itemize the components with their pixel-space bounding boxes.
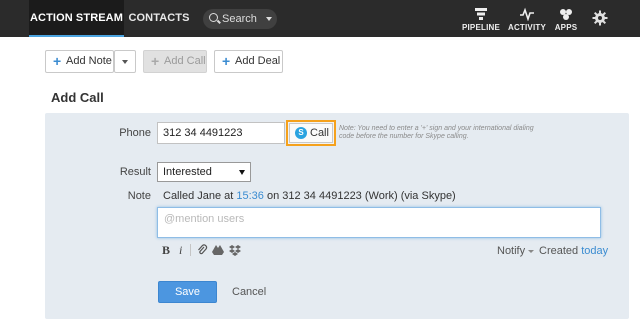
- add-note-button[interactable]: + Add Note: [45, 50, 114, 73]
- chevron-down-icon: [239, 170, 245, 175]
- created-date-link[interactable]: today: [581, 245, 608, 257]
- toolbar-divider: [190, 244, 191, 256]
- plus-icon: +: [222, 53, 231, 69]
- call-button-highlight: S Call: [286, 120, 336, 146]
- add-call-label: Add Call: [164, 55, 206, 67]
- activity-label: ACTIVITY: [507, 23, 547, 32]
- skype-call-button[interactable]: S Call: [289, 123, 333, 143]
- add-deal-label: Add Deal: [235, 55, 281, 67]
- created-label: Created: [539, 245, 579, 257]
- tab-action-stream[interactable]: ACTION STREAM: [29, 0, 124, 37]
- search-label: Search: [222, 13, 257, 25]
- phone-hint: Note: You need to enter a '+' sign and y…: [339, 125, 534, 140]
- google-drive-icon[interactable]: [212, 244, 224, 256]
- activity-nav-item[interactable]: ACTIVITY: [507, 7, 547, 33]
- note-suffix: on 312 34 4491223 (Work) (via Skype): [266, 190, 456, 202]
- note-textarea[interactable]: @mention users: [157, 207, 601, 238]
- chevron-down-icon: [122, 60, 128, 64]
- add-deal-button[interactable]: + Add Deal: [214, 50, 283, 73]
- result-value: Interested: [163, 166, 212, 178]
- add-call-button[interactable]: + Add Call: [143, 50, 207, 73]
- skype-icon: S: [295, 127, 307, 139]
- tab-contacts[interactable]: CONTACTS: [124, 0, 194, 37]
- cancel-button[interactable]: Cancel: [232, 286, 266, 298]
- page-title: Add Call: [51, 90, 104, 105]
- result-select[interactable]: Interested: [157, 162, 251, 182]
- created-date: Created today: [539, 245, 608, 257]
- textarea-placeholder: @mention users: [164, 213, 245, 225]
- save-button[interactable]: Save: [158, 281, 217, 303]
- apps-icon: [560, 9, 572, 20]
- notify-dropdown[interactable]: Notify: [497, 245, 535, 257]
- note-prefix: Called Jane at: [163, 190, 234, 202]
- top-navigation-bar: ACTION STREAM CONTACTS Search PIPELINE A…: [0, 0, 640, 37]
- plus-icon: +: [151, 53, 160, 69]
- phone-field[interactable]: 312 34 4491223: [157, 122, 285, 144]
- note-label: Note: [127, 190, 151, 202]
- search-icon: [209, 13, 218, 22]
- phone-label: Phone: [119, 127, 151, 139]
- chevron-down-icon: [266, 17, 272, 21]
- pipeline-label: PIPELINE: [461, 23, 501, 32]
- dropbox-icon[interactable]: [229, 244, 241, 256]
- plus-icon: +: [53, 53, 62, 69]
- pipeline-nav-item[interactable]: PIPELINE: [459, 7, 503, 33]
- apps-nav-item[interactable]: APPS: [552, 7, 580, 33]
- add-note-dropdown-button[interactable]: [114, 50, 136, 73]
- gear-icon[interactable]: [592, 10, 608, 26]
- note-time-link[interactable]: 15:36: [236, 190, 264, 202]
- search-dropdown[interactable]: Search: [203, 9, 277, 29]
- add-note-label: Add Note: [66, 55, 112, 67]
- pipeline-icon: [475, 8, 487, 20]
- attachment-icon[interactable]: [196, 244, 208, 256]
- notify-label: Notify: [497, 245, 526, 257]
- call-note-summary: Called Jane at 15:36 on 312 34 4491223 (…: [163, 190, 456, 202]
- italic-button[interactable]: i: [179, 243, 182, 258]
- call-button-label: Call: [310, 127, 329, 139]
- apps-label: APPS: [554, 23, 578, 32]
- activity-icon: [520, 7, 534, 21]
- chevron-down-icon: [528, 249, 535, 253]
- result-label: Result: [119, 166, 151, 178]
- bold-button[interactable]: B: [162, 243, 170, 258]
